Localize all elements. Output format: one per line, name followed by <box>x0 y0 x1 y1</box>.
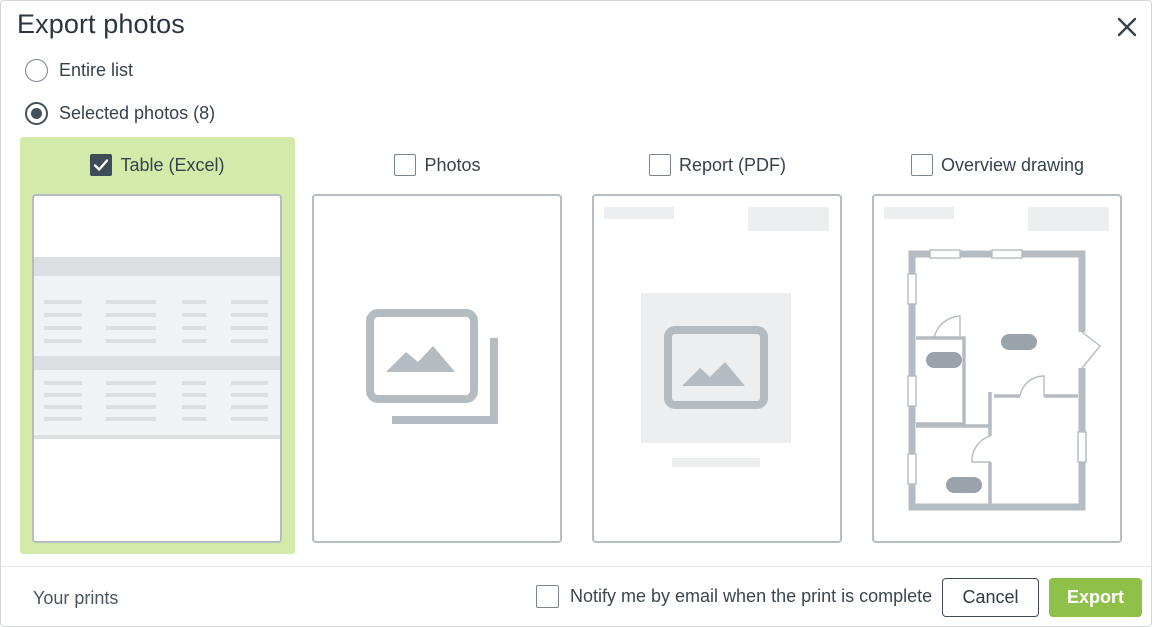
format-option-report-pdf[interactable]: Report (PDF) <box>580 137 855 554</box>
table-preview-icon <box>32 194 282 543</box>
dialog-title: Export photos <box>17 9 185 39</box>
your-prints-link[interactable]: Your prints <box>33 588 118 609</box>
notify-email-option[interactable]: Notify me by email when the print is com… <box>536 585 932 608</box>
export-button[interactable]: Export <box>1049 578 1142 617</box>
floor-plan-icon <box>872 194 1122 543</box>
radio-button[interactable] <box>25 59 48 82</box>
format-label: Report (PDF) <box>678 154 786 175</box>
checkbox-overview-drawing[interactable] <box>910 154 933 176</box>
radio-button[interactable] <box>25 102 48 125</box>
format-label: Photos <box>424 154 481 175</box>
format-option-photos[interactable]: Photos <box>300 137 575 554</box>
format-label: Overview drawing <box>940 154 1085 175</box>
checkbox-report-pdf[interactable] <box>648 154 671 176</box>
cancel-button[interactable]: Cancel <box>942 578 1039 617</box>
checkbox-notify-email[interactable] <box>536 585 559 608</box>
radio-label: Entire list <box>59 60 134 80</box>
radio-entire-list[interactable]: Entire list <box>25 59 133 82</box>
format-option-overview-drawing[interactable]: Overview drawing <box>860 137 1135 554</box>
checkbox-photos[interactable] <box>394 154 417 176</box>
radio-selected-photos[interactable]: Selected photos (8) <box>25 102 215 125</box>
photos-stack-icon <box>312 194 562 543</box>
format-option-table-excel[interactable]: Table (Excel) <box>20 137 295 554</box>
checkbox-table-excel[interactable] <box>90 154 113 176</box>
close-icon[interactable] <box>1114 14 1140 40</box>
format-label: Table (Excel) <box>120 154 225 175</box>
notify-label: Notify me by email when the print is com… <box>570 586 933 606</box>
radio-label: Selected photos (8) <box>59 103 216 123</box>
dialog-footer: Your prints Notify me by email when the … <box>1 566 1151 626</box>
report-page-icon <box>592 194 842 543</box>
export-photos-dialog: Export photos Entire list Selected photo… <box>0 0 1152 627</box>
